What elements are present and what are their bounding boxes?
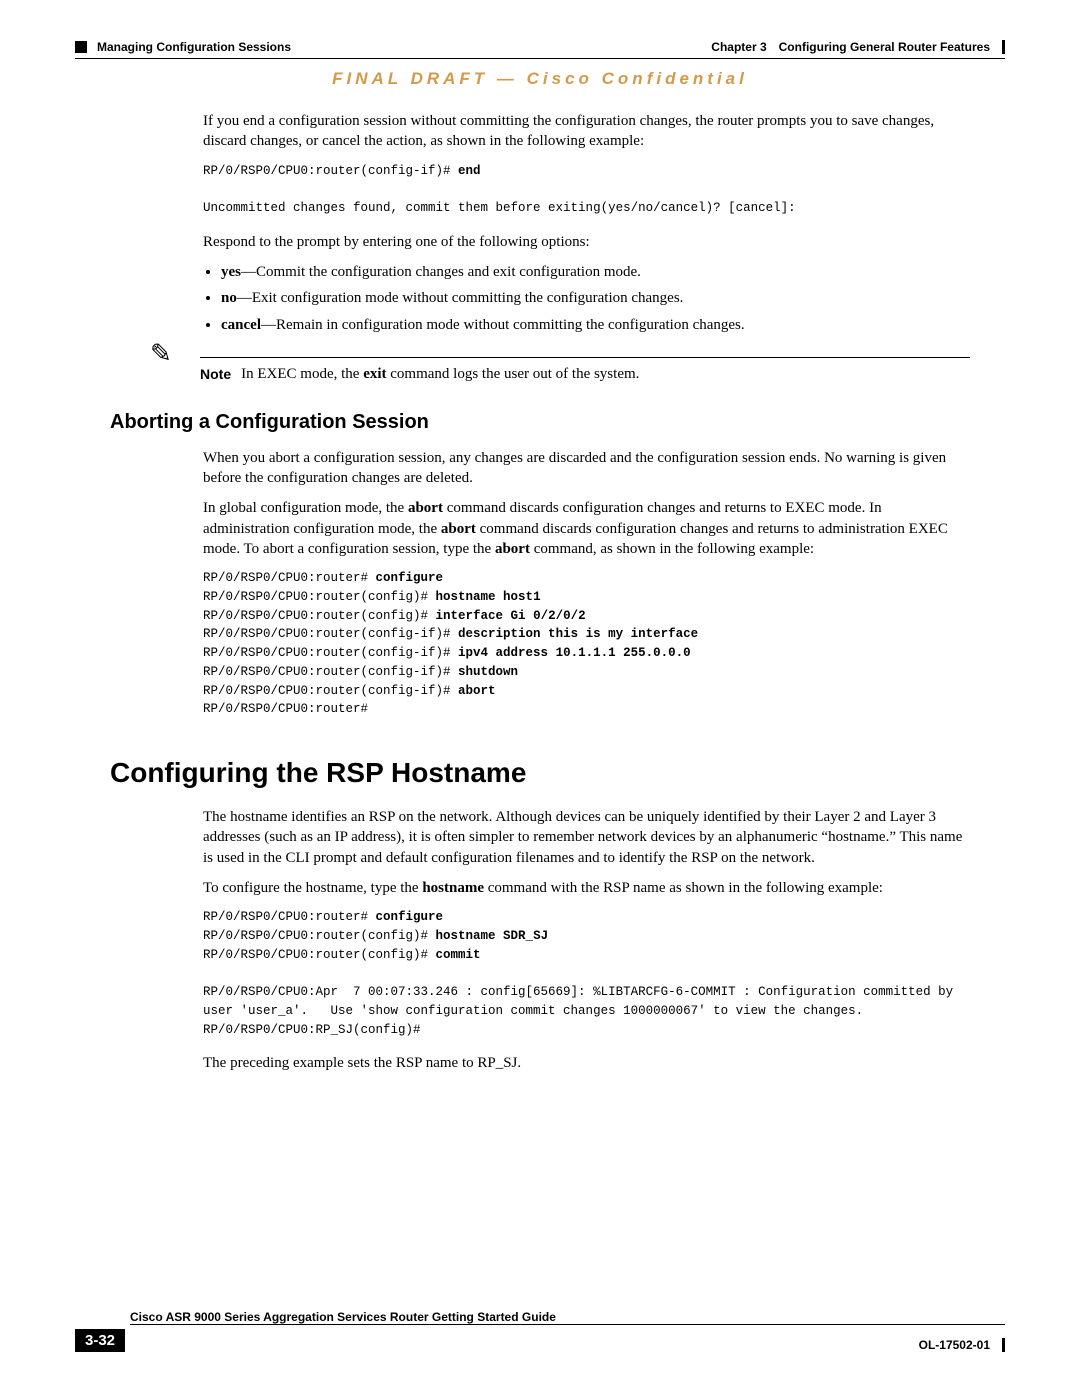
footer-bar-icon xyxy=(1002,1338,1005,1352)
note-block: ✎ Note In EXEC mode, the exit command lo… xyxy=(150,357,970,383)
heading-aborting: Aborting a Configuration Session xyxy=(110,411,1005,434)
paragraph: When you abort a configuration session, … xyxy=(203,448,970,489)
paragraph: In global configuration mode, the abort … xyxy=(203,498,970,559)
header-left: Managing Configuration Sessions xyxy=(75,40,291,54)
chapter-title: Configuring General Router Features xyxy=(779,40,990,54)
code-block: RP/0/RSP0/CPU0:router# configure RP/0/RS… xyxy=(203,908,970,1039)
paragraph: Respond to the prompt by entering one of… xyxy=(203,232,970,252)
list-item: no—Exit configuration mode without commi… xyxy=(221,288,970,308)
paragraph: If you end a configuration session witho… xyxy=(203,111,970,152)
footer-title: Cisco ASR 9000 Series Aggregation Servic… xyxy=(130,1310,1005,1324)
list-item: cancel—Remain in configuration mode with… xyxy=(221,315,970,335)
note-divider xyxy=(200,357,970,358)
heading-rsp-hostname: Configuring the RSP Hostname xyxy=(110,757,1005,789)
list-item: yes—Commit the configuration changes and… xyxy=(221,262,970,282)
footer-divider xyxy=(130,1324,1005,1325)
section-title: Managing Configuration Sessions xyxy=(97,40,291,54)
chapter-label: Chapter 3 xyxy=(711,40,766,54)
page-header: Managing Configuration Sessions Chapter … xyxy=(75,40,1005,54)
header-bar-icon xyxy=(1002,40,1005,54)
note-label: Note xyxy=(200,366,231,383)
page-number-badge: 3-32 xyxy=(75,1329,125,1352)
code-block: RP/0/RSP0/CPU0:router(config-if)# end Un… xyxy=(203,162,970,218)
pencil-icon: ✎ xyxy=(150,339,172,369)
header-marker-icon xyxy=(75,41,87,53)
watermark-text: FINAL DRAFT — Cisco Confidential xyxy=(75,69,1005,89)
header-divider xyxy=(75,58,1005,59)
note-text: In EXEC mode, the exit command logs the … xyxy=(241,366,639,383)
code-block: RP/0/RSP0/CPU0:router# configure RP/0/RS… xyxy=(203,569,970,719)
paragraph: The preceding example sets the RSP name … xyxy=(203,1053,970,1073)
paragraph: To configure the hostname, type the host… xyxy=(203,878,970,898)
document-id: OL-17502-01 xyxy=(919,1338,990,1352)
paragraph: The hostname identifies an RSP on the ne… xyxy=(203,807,970,868)
header-right: Chapter 3 Configuring General Router Fea… xyxy=(711,40,1005,54)
options-list: yes—Commit the configuration changes and… xyxy=(221,262,970,335)
page-footer: Cisco ASR 9000 Series Aggregation Servic… xyxy=(75,1310,1005,1352)
